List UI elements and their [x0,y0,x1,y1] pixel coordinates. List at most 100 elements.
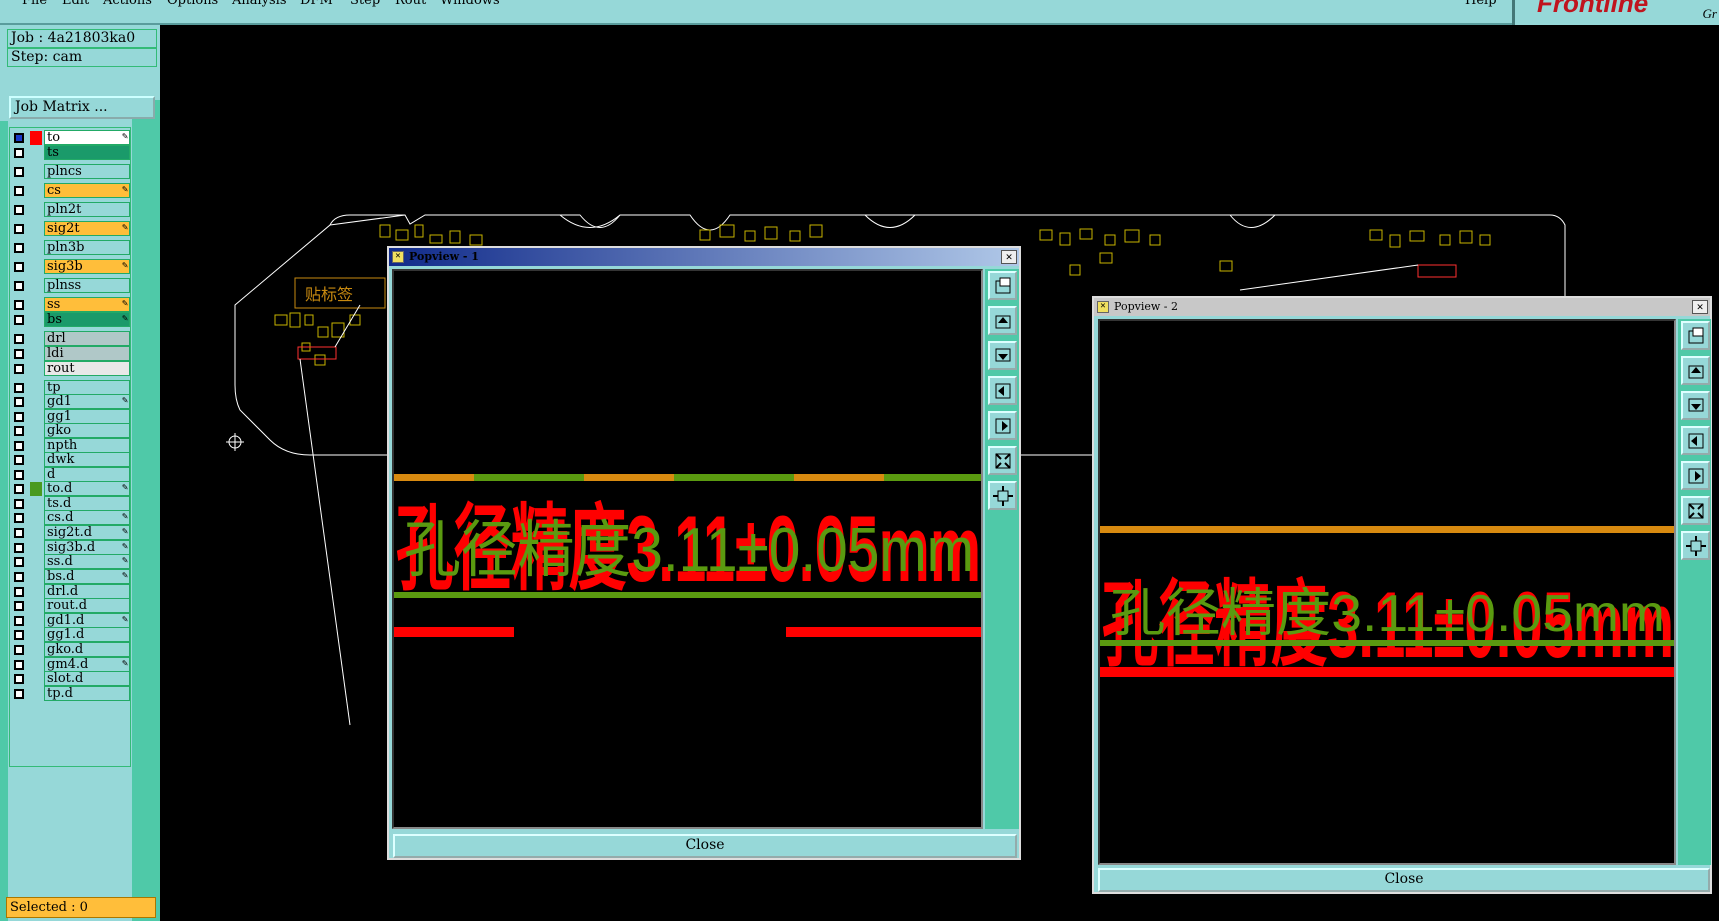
layer-checkbox[interactable] [14,167,24,177]
layer-checkbox[interactable] [14,243,24,253]
layer-checkbox[interactable] [14,616,24,626]
popview-2-titlebar[interactable]: Popview - 2 [1094,298,1710,316]
layer-name[interactable]: slot.d [44,671,130,686]
layer-row-dwk[interactable]: dwk [10,452,130,468]
layer-checkbox[interactable] [14,426,24,436]
layer-row-rout-d[interactable]: rout.d [10,598,130,614]
layer-name[interactable]: drl [44,331,130,346]
layer-row-drl[interactable]: drl [10,331,130,347]
layer-name[interactable]: gg1 [44,409,130,424]
layer-checkbox[interactable] [14,513,24,523]
popview-1-close-button[interactable]: Close [393,834,1017,858]
layer-checkbox[interactable] [14,133,24,143]
layer-name[interactable]: gd1 [44,394,130,409]
layer-name[interactable]: dwk [44,452,130,467]
layer-row-to-d[interactable]: to.d ✎ [10,481,130,497]
layer-checkbox[interactable] [14,689,24,699]
pan-right-icon[interactable] [1681,461,1710,490]
layer-checkbox[interactable] [14,334,24,344]
popview-2-close-icon[interactable]: ✕ [1692,300,1708,314]
pan-up-icon[interactable] [988,306,1017,335]
layer-row-sig2t-d[interactable]: sig2t.d ✎ [10,525,130,541]
popview-1-close-icon[interactable]: ✕ [1001,250,1017,264]
job-matrix-button[interactable]: Job Matrix ... [9,96,155,119]
layer-name[interactable]: plncs [44,164,130,179]
layer-checkbox[interactable] [14,383,24,393]
layer-checkbox[interactable] [14,630,24,640]
layer-checkbox[interactable] [14,557,24,567]
layer-row-slot-d[interactable]: slot.d [10,671,130,687]
layer-row-ldi[interactable]: ldi [10,346,130,362]
pan-left-icon[interactable] [988,376,1017,405]
layer-row-ss[interactable]: ss ✎ [10,297,130,313]
layer-name[interactable]: ts.d [44,496,130,511]
layer-checkbox[interactable] [14,262,24,272]
layer-row-bs[interactable]: bs ✎ [10,312,130,328]
layer-checkbox[interactable] [14,364,24,374]
layer-checkbox[interactable] [14,660,24,670]
layer-checkbox[interactable] [14,484,24,494]
menu-actions[interactable]: Actions [103,0,152,8]
layer-row-to[interactable]: to ✎ [10,130,130,146]
layer-row-pln2t[interactable]: pln2t [10,202,130,218]
layer-checkbox[interactable] [14,645,24,655]
layer-row-sig2t[interactable]: sig2t ✎ [10,221,130,237]
layer-checkbox[interactable] [14,397,24,407]
layer-row-ss-d[interactable]: ss.d ✎ [10,554,130,570]
layer-checkbox[interactable] [14,499,24,509]
pan-down-icon[interactable] [988,341,1017,370]
layer-row-sig3b[interactable]: sig3b ✎ [10,259,130,275]
layer-row-cs[interactable]: cs ✎ [10,183,130,199]
layer-name[interactable]: gg1.d [44,627,130,642]
layer-name[interactable]: sig3b [44,259,130,274]
layer-row-gko[interactable]: gko [10,423,130,439]
layer-row-gg1-d[interactable]: gg1.d [10,627,130,643]
layer-name[interactable]: gm4.d [44,657,130,672]
menu-windows[interactable]: Windows [440,0,500,8]
layer-checkbox[interactable] [14,412,24,422]
layer-name[interactable]: to [44,130,130,145]
layer-checkbox[interactable] [14,315,24,325]
zoom-out-icon[interactable] [1681,531,1710,560]
menu-rout[interactable]: Rout [395,0,426,8]
layer-checkbox[interactable] [14,281,24,291]
popview-2-close-button[interactable]: Close [1098,868,1710,892]
layer-name[interactable]: tp.d [44,686,130,701]
popview-1-canvas[interactable]: 孔径精度3.11±0.05mm 孔径精度3.11±0.05mm [392,269,983,829]
layer-checkbox[interactable] [14,205,24,215]
layer-name[interactable]: cs.d [44,510,130,525]
layer-name[interactable]: cs [44,183,130,198]
pan-down-icon[interactable] [1681,391,1710,420]
layer-name[interactable]: tp [44,380,130,395]
layer-name[interactable]: rout [44,361,130,376]
layer-row-bs-d[interactable]: bs.d ✎ [10,569,130,585]
layer-name[interactable]: ts [44,145,130,160]
popview-2-canvas[interactable]: 孔径精度3.11±0.05mm 孔径精度3.11±0.05mm [1098,319,1676,865]
zoom-out-icon[interactable] [988,481,1017,510]
layer-checkbox[interactable] [14,543,24,553]
layer-row-tp-d[interactable]: tp.d [10,686,130,702]
layer-row-cs-d[interactable]: cs.d ✎ [10,510,130,526]
layer-row-ts[interactable]: ts [10,145,130,161]
layer-row-pln3b[interactable]: pln3b [10,240,130,256]
zoom-fit-icon[interactable] [1681,321,1710,350]
menu-step[interactable]: Step [350,0,380,8]
layer-checkbox[interactable] [14,470,24,480]
menu-edit[interactable]: Edit [62,0,89,8]
layer-checkbox[interactable] [14,455,24,465]
layer-name[interactable]: bs [44,312,130,327]
layer-name[interactable]: pln3b [44,240,130,255]
layer-name[interactable]: drl.d [44,584,130,599]
layer-name[interactable]: bs.d [44,569,130,584]
layer-row-rout[interactable]: rout [10,361,130,377]
pan-up-icon[interactable] [1681,356,1710,385]
zoom-in-icon[interactable] [1681,496,1710,525]
menu-options[interactable]: Options [167,0,218,8]
layer-row-plncs[interactable]: plncs [10,164,130,180]
layer-name[interactable]: sig3b.d [44,540,130,555]
pan-left-icon[interactable] [1681,426,1710,455]
layer-name[interactable]: d [44,467,130,482]
layer-checkbox[interactable] [14,148,24,158]
menu-analysis[interactable]: Analysis [232,0,287,8]
layer-checkbox[interactable] [14,572,24,582]
